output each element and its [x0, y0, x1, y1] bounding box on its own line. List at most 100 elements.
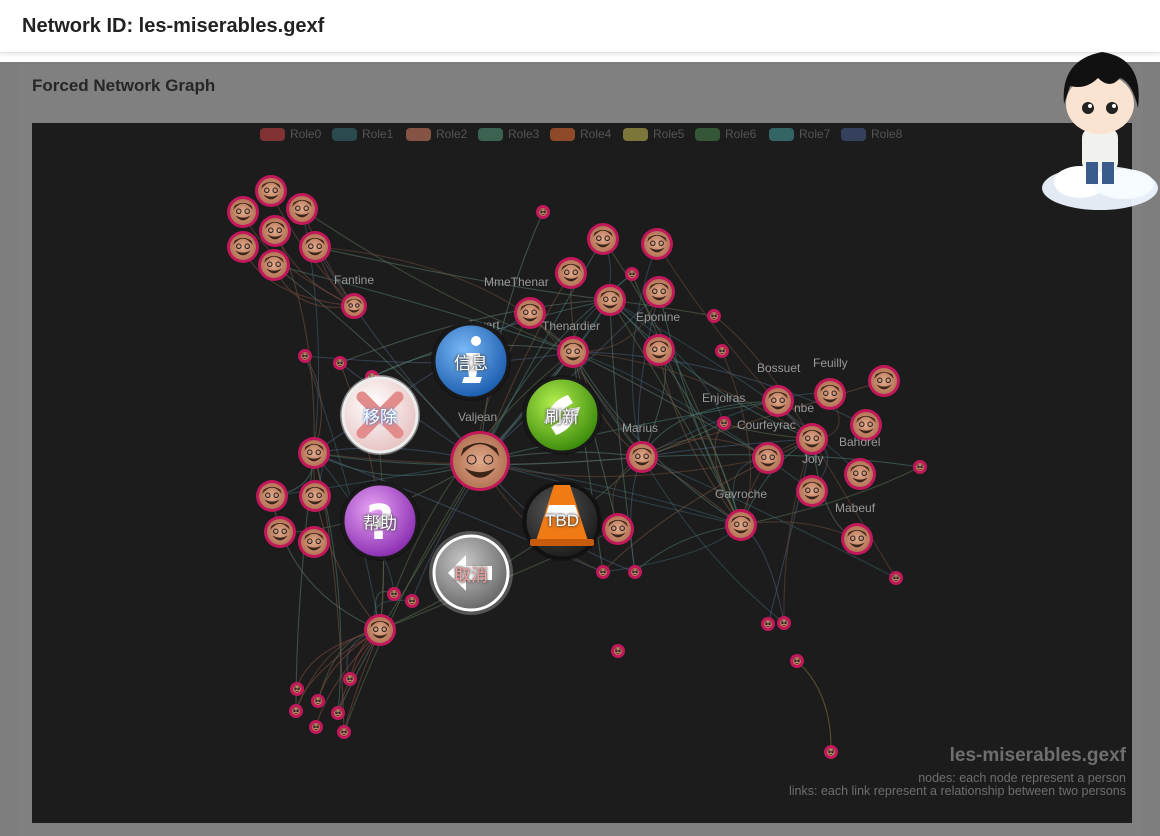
graph-node[interactable]: [725, 509, 757, 541]
graph-edge: [634, 524, 742, 573]
graph-node-small[interactable]: [628, 565, 642, 579]
graph-node[interactable]: [299, 480, 331, 512]
node-label-feuilly: Feuilly: [813, 356, 848, 370]
graph-node-small[interactable]: [625, 267, 639, 281]
node-label-courfeyrac: Courfeyrac: [737, 418, 796, 432]
graph-node[interactable]: [762, 385, 794, 417]
menu-refresh-button[interactable]: 刷新: [523, 376, 601, 454]
graph-node-small[interactable]: [707, 309, 721, 323]
graph-node-small[interactable]: [387, 587, 401, 601]
graph-node[interactable]: [364, 614, 396, 646]
graph-edge: [740, 524, 785, 624]
graph-node[interactable]: [256, 480, 288, 512]
graph-node[interactable]: [626, 441, 658, 473]
graph-node-small[interactable]: [717, 416, 731, 430]
graph-node[interactable]: [298, 526, 330, 558]
graph-node-small[interactable]: [790, 654, 804, 668]
graph-node[interactable]: [841, 523, 873, 555]
legend-item-role3[interactable]: Role3: [478, 127, 540, 141]
graph-node[interactable]: [555, 257, 587, 289]
graph-node[interactable]: [299, 231, 331, 263]
graph-node-small[interactable]: [331, 706, 345, 720]
legend-item-role4[interactable]: Role4: [550, 127, 612, 141]
graph-node-small[interactable]: [913, 460, 927, 474]
legend-item-role7[interactable]: Role7: [769, 127, 831, 141]
graph-node[interactable]: [587, 223, 619, 255]
graph-node[interactable]: [844, 458, 876, 490]
graph-node-small[interactable]: [309, 720, 323, 734]
graph-node-small[interactable]: [337, 725, 351, 739]
graph-node[interactable]: [868, 365, 900, 397]
legend-item-role1[interactable]: Role1: [332, 127, 394, 141]
legend-item-role8[interactable]: Role8: [841, 127, 903, 141]
graph-node[interactable]: [814, 378, 846, 410]
legend-label: Role6: [725, 127, 757, 141]
graph-node[interactable]: [643, 334, 675, 366]
graph-node-small[interactable]: [715, 344, 729, 358]
graph-node-small[interactable]: [298, 349, 312, 363]
graph-node[interactable]: [227, 231, 259, 263]
graph-node[interactable]: [255, 175, 287, 207]
graph-node-small[interactable]: [536, 205, 550, 219]
graph-node-small[interactable]: [824, 745, 838, 759]
node-label-eponine: Eponine: [636, 310, 680, 324]
graph-node-small[interactable]: [777, 616, 791, 630]
graph-caption-links: links: each link represent a relationshi…: [789, 784, 1126, 798]
legend-label: Role7: [799, 127, 831, 141]
menu-info-button[interactable]: 信息: [432, 322, 510, 400]
graph-node-small[interactable]: [761, 617, 775, 631]
graph-node[interactable]: [641, 228, 673, 260]
menu-tbd-button[interactable]: TBD: [523, 482, 601, 560]
graph-edge: [295, 629, 381, 712]
graph-node[interactable]: [298, 437, 330, 469]
node-label-gavroche: Gavroche: [715, 487, 767, 501]
graph-node[interactable]: [259, 215, 291, 247]
page-title: Network ID: les-miserables.gexf: [22, 15, 325, 37]
graph-node[interactable]: [602, 513, 634, 545]
legend-item-role0[interactable]: Role0: [260, 127, 322, 141]
legend-label: Role2: [436, 127, 468, 141]
menu-tbd-label: TBD: [545, 511, 579, 530]
graph-node[interactable]: [643, 276, 675, 308]
mascot-character-image: [1042, 52, 1158, 210]
menu-remove-button[interactable]: 移除: [341, 376, 419, 454]
graph-node-small[interactable]: [290, 682, 304, 696]
graph-node[interactable]: [264, 516, 296, 548]
graph-node-fantine[interactable]: [341, 293, 367, 319]
graph-node[interactable]: [258, 249, 290, 281]
graph-node-valjean[interactable]: [450, 431, 510, 491]
legend-item-role2[interactable]: Role2: [406, 127, 468, 141]
graph-node-small[interactable]: [405, 594, 419, 608]
graph-node[interactable]: [752, 442, 784, 474]
graph-edge: [740, 466, 921, 526]
legend-item-role5[interactable]: Role5: [623, 127, 685, 141]
graph-node[interactable]: [286, 193, 318, 225]
graph-node[interactable]: [557, 336, 589, 368]
legend-swatch: [695, 128, 720, 141]
legend-label: Role8: [871, 127, 903, 141]
graph-node-small[interactable]: [333, 356, 347, 370]
legend-swatch: [260, 128, 285, 141]
graph-edge: [740, 521, 858, 540]
graph-node-small[interactable]: [596, 565, 610, 579]
node-label-enjolras: Enjolras: [702, 391, 745, 405]
graph-node-small[interactable]: [889, 571, 903, 585]
graph-node-small[interactable]: [289, 704, 303, 718]
graph-node-small[interactable]: [611, 644, 625, 658]
graph-edge: [641, 456, 785, 624]
network-graph-canvas[interactable]: Role0 Role1 Role2 Role3 Role4 Role5 Role6 Role7…: [32, 123, 1132, 823]
node-label-thenardier: Thenardier: [542, 319, 600, 333]
graph-node[interactable]: [796, 475, 828, 507]
legend-item-role6[interactable]: Role6: [695, 127, 757, 141]
graph-caption-title: les-miserables.gexf: [949, 745, 1126, 766]
graph-node-small[interactable]: [311, 694, 325, 708]
menu-cancel-button[interactable]: 取消: [432, 534, 510, 612]
node-label-mmethenardier: MmeThenar: [484, 275, 549, 289]
graph-node-small[interactable]: [343, 672, 357, 686]
menu-help-button[interactable]: 帮助: [341, 482, 419, 560]
graph-node[interactable]: [594, 284, 626, 316]
graph-edge: [630, 456, 643, 573]
legend-swatch: [841, 128, 866, 141]
graph-node[interactable]: [796, 423, 828, 455]
graph-node[interactable]: [227, 196, 259, 228]
